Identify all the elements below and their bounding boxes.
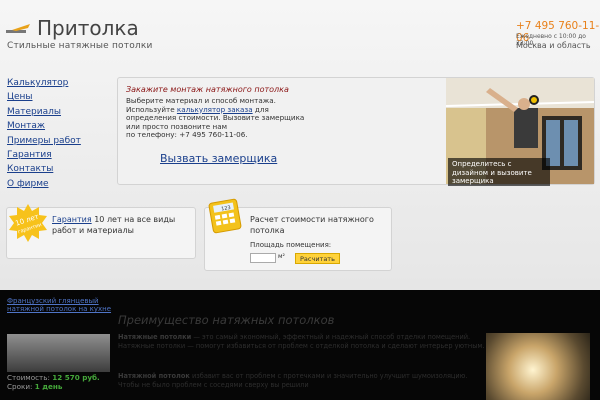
logo-subtitle: Стильные натяжные потолки	[7, 41, 153, 51]
nav-item-prices[interactable]: Цены	[7, 90, 107, 104]
cost-value: 12 570 руб.	[52, 373, 100, 382]
promo-line: по телефону: +7 495 760-11-06.	[126, 130, 248, 140]
example-cost-line: Стоимость: 12 570 руб.	[7, 373, 100, 382]
nav-item-about[interactable]: О фирме	[7, 177, 107, 191]
nav-item-contacts[interactable]: Контакты	[7, 162, 107, 176]
cost-label: Стоимость:	[7, 373, 50, 382]
advantages-title: Преимущество натяжных потолков	[118, 313, 335, 327]
logo-icon	[6, 24, 30, 33]
calculate-button[interactable]: Расчитать	[295, 253, 340, 264]
term-label: Сроки:	[7, 382, 33, 391]
nav-item-guarantee[interactable]: Гарантия	[7, 148, 107, 162]
nav-item-calculator[interactable]: Калькулятор	[7, 76, 107, 90]
advantages-paragraph-2: Натяжной потолок избавит вас от проблем …	[118, 372, 486, 390]
calculator-title: Расчет стоимости натяжного потолка	[250, 215, 374, 235]
advantages-paragraph-1: Натяжные потолки — это самый экономный, …	[118, 333, 486, 351]
advantages-term: Натяжной потолок	[118, 372, 190, 380]
guarantee-badge-icon: 10 лет гарантии	[9, 204, 47, 242]
photo-caption: Определитесь с дизайном и вызовите замер…	[448, 158, 550, 186]
example-thumbnail[interactable]	[7, 334, 110, 372]
guarantee-text: Гарантия 10 лет на все виды работ и мате…	[52, 214, 192, 236]
calculator-icon: 123	[208, 198, 242, 234]
advantages-term: Натяжные потолки	[118, 333, 192, 341]
area-label: Площадь помещения:	[250, 241, 332, 249]
area-input[interactable]	[250, 253, 276, 263]
city: Москва и область	[516, 41, 591, 50]
logo-title[interactable]: Притолка	[37, 16, 139, 40]
example-link[interactable]: Французский глянцевый натяжной потолок н…	[7, 297, 112, 313]
call-measurer-link[interactable]: Вызвать замерщика	[160, 152, 277, 165]
promo-text: Выберите материал и способ монтажа. Испо…	[126, 96, 316, 140]
sidebar-nav: Калькулятор Цены Материалы Монтаж Пример…	[7, 76, 107, 191]
example-cost: Стоимость: 12 570 руб. Сроки: 1 день	[7, 373, 100, 391]
ceiling-lights-photo	[486, 333, 590, 400]
term-value: 1 день	[34, 382, 63, 391]
nav-item-examples[interactable]: Примеры работ	[7, 134, 107, 148]
guarantee-link[interactable]: Гарантия	[52, 215, 92, 224]
nav-item-materials[interactable]: Материалы	[7, 105, 107, 119]
example-term-line: Сроки: 1 день	[7, 382, 100, 391]
nav-item-installation[interactable]: Монтаж	[7, 119, 107, 133]
promo-title: Закажите монтаж натяжного потолка	[126, 85, 289, 94]
area-unit: м²	[278, 253, 285, 260]
